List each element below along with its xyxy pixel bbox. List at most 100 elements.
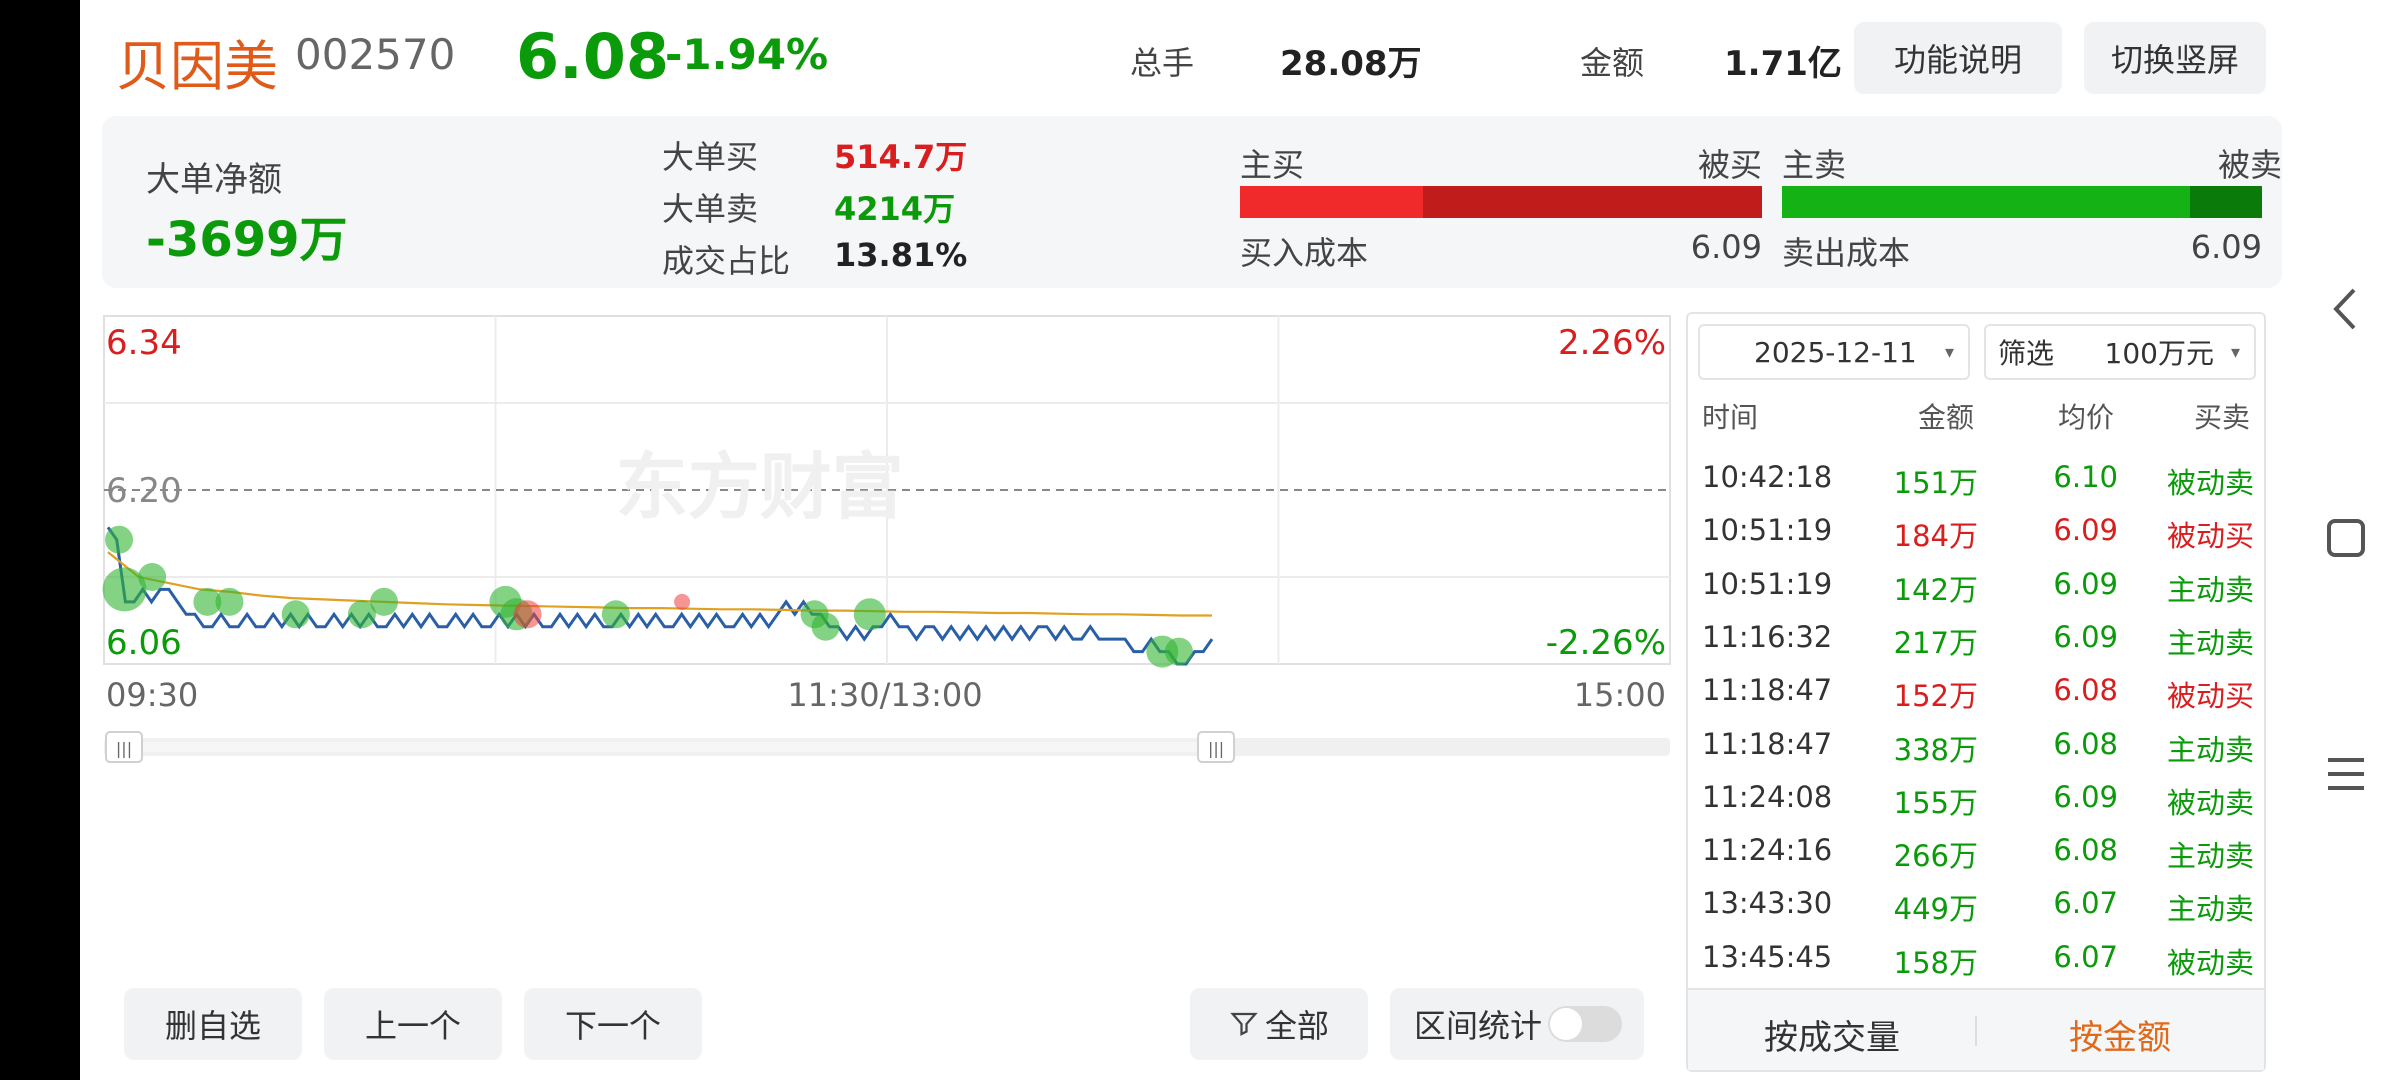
row-side: 被动卖 xyxy=(2166,466,2254,500)
table-row[interactable]: 13:43:30 449万 6.07 主动卖 xyxy=(1688,878,2268,931)
row-avg: 6.09 xyxy=(2053,566,2118,601)
recents-icon[interactable] xyxy=(2326,754,2366,794)
home-icon[interactable] xyxy=(2326,518,2366,558)
order-marker xyxy=(1164,637,1193,666)
row-amount: 151万 xyxy=(1893,466,1978,500)
order-marker xyxy=(105,525,134,554)
table-row[interactable]: 11:24:08 155万 6.09 被动卖 xyxy=(1688,772,2268,825)
row-avg: 6.08 xyxy=(2053,726,2118,761)
row-time: 11:18:47 xyxy=(1702,673,1833,708)
row-time: 11:16:32 xyxy=(1702,619,1833,654)
help-button[interactable]: 功能说明 xyxy=(1854,22,2062,94)
table-row[interactable]: 10:51:19 142万 6.09 主动卖 xyxy=(1688,559,2268,612)
next-stock-button[interactable]: 下一个 xyxy=(524,988,702,1060)
table-row[interactable]: 11:18:47 152万 6.08 被动买 xyxy=(1688,665,2268,718)
buy-ratio-bar xyxy=(1240,186,1762,218)
toggle-knob xyxy=(1550,1008,1582,1040)
prev-stock-button[interactable]: 上一个 xyxy=(324,988,502,1060)
col-time: 时间 xyxy=(1702,401,1759,434)
row-side: 主动卖 xyxy=(2166,572,2254,607)
app-root: 贝因美 002570 6.08 -1.94% 总手 28.08万 金额 1.71… xyxy=(80,0,2400,1080)
range-handle-grip-0: ||| xyxy=(116,739,132,758)
row-amount: 217万 xyxy=(1893,625,1978,660)
rotate-screen-button[interactable]: 切换竖屏 xyxy=(2084,22,2266,94)
big-order-list: 2025-12-11 ▾ 筛选 100万元 ▾ 时间 金额 均价 买卖 10:4… xyxy=(1686,312,2266,1072)
table-row[interactable]: 13:45:45 158万 6.07 被动卖 xyxy=(1688,932,2268,985)
system-nav-bar xyxy=(2300,0,2400,1080)
y-label-bottom: 6.06 xyxy=(106,623,182,663)
date-selector[interactable]: 2025-12-11 ▾ xyxy=(1698,324,1970,380)
range-stats-button[interactable]: 区间统计 xyxy=(1390,988,1644,1060)
passive-buy-label: 被买 xyxy=(1697,146,1762,184)
remove-watchlist-button[interactable]: 删自选 xyxy=(124,988,302,1060)
row-avg: 6.09 xyxy=(2053,619,2118,654)
stock-name: 贝因美 xyxy=(116,35,278,98)
sell-cost-value: 6.09 xyxy=(2190,228,2262,266)
row-avg: 6.09 xyxy=(2053,513,2118,548)
net-amount-label: 大单净额 xyxy=(146,160,282,200)
trade-rows: 10:42:18 151万 6.10 被动卖 10:51:19 184万 6.09 被动买 10… xyxy=(1688,452,2268,982)
table-row[interactable]: 11:16:32 217万 6.09 主动卖 xyxy=(1688,612,2268,665)
net-amount-value: -3699万 xyxy=(146,212,348,268)
row-time: 13:45:45 xyxy=(1702,939,1833,974)
row-time: 11:24:08 xyxy=(1702,779,1833,814)
order-marker xyxy=(138,563,167,591)
x-label-start: 09:30 xyxy=(106,676,198,714)
tab-by-volume[interactable]: 按成交量 xyxy=(1688,1010,1976,1059)
current-price: 6.08 xyxy=(516,20,669,93)
range-selection xyxy=(134,742,1209,752)
row-side: 主动卖 xyxy=(2166,892,2254,927)
col-side: 买卖 xyxy=(2193,401,2250,434)
row-side: 主动卖 xyxy=(2166,625,2254,660)
col-avg: 均价 xyxy=(2057,401,2114,434)
buy-active-fill xyxy=(1240,186,1423,218)
row-time: 13:43:30 xyxy=(1702,886,1833,921)
stock-code: 002570 xyxy=(295,30,456,79)
range-stats-label: 区间统计 xyxy=(1414,1007,1543,1045)
row-side: 被动卖 xyxy=(2166,785,2254,820)
volume-value: 28.08万 xyxy=(1280,44,1422,84)
tab-by-amount[interactable]: 按金额 xyxy=(1976,1010,2264,1059)
row-amount: 449万 xyxy=(1893,892,1978,927)
row-time: 10:51:19 xyxy=(1702,566,1833,601)
range-stats-toggle[interactable] xyxy=(1548,1006,1622,1042)
pct-label-bottom: -2.26% xyxy=(1546,623,1666,663)
buy-cost-label: 买入成本 xyxy=(1240,234,1369,272)
row-side: 被动买 xyxy=(2166,679,2254,714)
watermark: 东方财富 xyxy=(616,445,904,529)
trade-ratio-label: 成交占比 xyxy=(662,242,791,280)
change-percent: -1.94% xyxy=(665,30,829,79)
row-amount: 266万 xyxy=(1893,839,1978,874)
passive-sell-label: 被卖 xyxy=(2217,146,2282,184)
x-label-end: 15:00 xyxy=(1574,676,1666,714)
date-value: 2025-12-11 xyxy=(1754,335,1917,369)
y-label-mid: 6.20 xyxy=(106,471,182,511)
back-icon[interactable] xyxy=(2326,284,2366,334)
table-row[interactable]: 11:24:16 266万 6.08 主动卖 xyxy=(1688,825,2268,878)
row-avg: 6.09 xyxy=(2053,779,2118,814)
row-time: 11:24:16 xyxy=(1702,833,1833,868)
active-sell-label: 主卖 xyxy=(1782,146,1847,184)
col-amount: 金额 xyxy=(1917,401,1974,434)
filter-selector[interactable]: 筛选 100万元 ▾ xyxy=(1984,324,2256,380)
filter-value: 100万元 xyxy=(2104,337,2214,370)
summary-panel: 大单净额 -3699万 大单买 514.7万 大单卖 4214万 成交占比 13… xyxy=(102,116,2282,288)
row-amount: 338万 xyxy=(1893,732,1978,767)
buy-cost-value: 6.09 xyxy=(1690,228,1762,266)
filter-all-button[interactable]: 全部 xyxy=(1190,988,1368,1060)
table-row[interactable]: 10:51:19 184万 6.09 被动买 xyxy=(1688,505,2268,558)
order-marker xyxy=(601,600,630,629)
intraday-chart[interactable]: 东方财富 6.34 6.20 6.06 2.26% -2.26% 09:30 11:30/13… xyxy=(102,312,1672,852)
order-marker xyxy=(513,600,542,629)
x-label-mid: 11:30/13:00 xyxy=(787,676,982,714)
table-row[interactable]: 10:42:18 151万 6.10 被动卖 xyxy=(1688,452,2268,505)
row-avg: 6.07 xyxy=(2053,886,2118,921)
filter-all-label: 全部 xyxy=(1264,1007,1329,1045)
row-amount: 152万 xyxy=(1893,679,1978,714)
table-row[interactable]: 11:18:47 338万 6.08 主动卖 xyxy=(1688,719,2268,772)
filter-label: 筛选 xyxy=(1998,337,2055,370)
row-amount: 158万 xyxy=(1893,945,1978,980)
row-avg: 6.07 xyxy=(2053,939,2118,974)
row-amount: 155万 xyxy=(1893,785,1978,820)
big-buy-value: 514.7万 xyxy=(834,138,968,176)
